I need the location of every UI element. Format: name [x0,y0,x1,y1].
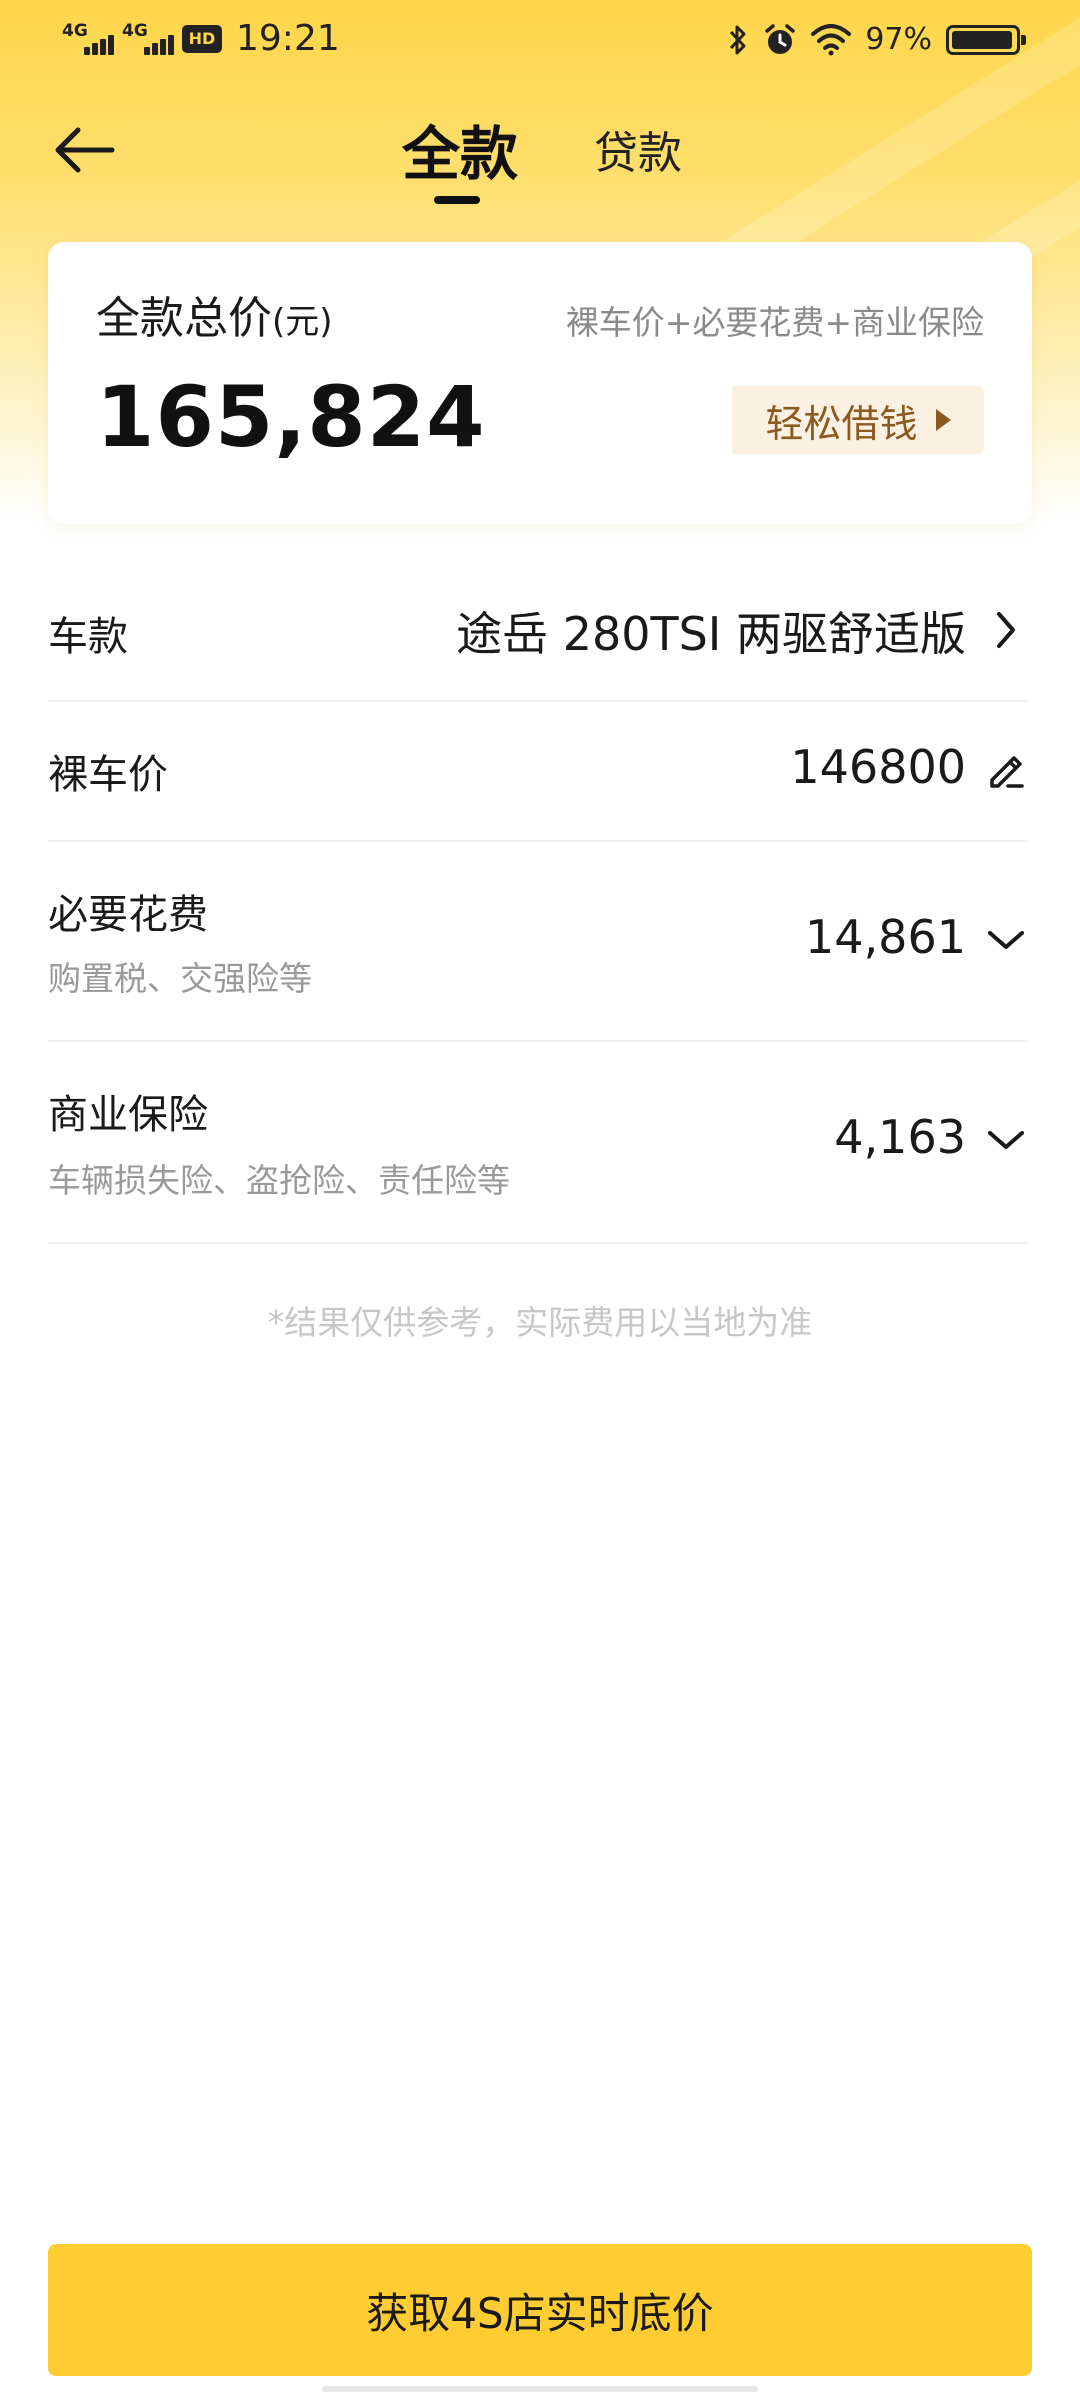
chevron-down-icon [984,918,1028,962]
signal-icon: 4G [62,19,114,59]
home-indicator[interactable] [322,2386,758,2392]
required-fees-row[interactable]: 必要花费 购置税、交强险等 14,861 [48,842,1028,1042]
required-fees-value: 14,861 [805,910,966,964]
total-price-title: 全款总价(元) [96,282,333,346]
get-dealer-price-button[interactable]: 获取4S店实时底价 [48,2244,1032,2376]
network-type-label: 4G [62,20,88,41]
price-formula-hint: 裸车价+必要花费+商业保险 [565,303,984,342]
car-model-row[interactable]: 车款 途岳 280TSI 两驱舒适版 [48,560,1028,702]
battery-icon [946,24,1026,55]
tab-full-payment[interactable]: 全款 [402,118,518,190]
required-fees-label: 必要花费 [48,892,208,938]
edit-icon[interactable] [984,748,1028,792]
commercial-insurance-description: 车辆损失险、盗抢险、责任险等 [48,1161,510,1200]
signal-icon: 4G [122,19,174,59]
car-model-value: 途岳 280TSI 两驱舒适版 [456,607,966,661]
hd-icon: HD [182,24,222,53]
required-fees-description: 购置税、交强险等 [48,959,312,998]
easy-loan-button[interactable]: 轻松借钱 [732,386,984,454]
base-price-input[interactable]: 146800 [790,740,966,794]
chevron-right-icon [984,608,1028,652]
status-time: 19:21 [236,18,340,59]
commercial-insurance-label: 商业保险 [48,1092,208,1138]
tab-loan[interactable]: 贷款 [594,118,682,190]
back-button[interactable] [46,118,122,182]
commercial-insurance-value: 4,163 [834,1110,966,1164]
disclaimer-text: *结果仅供参考，实际费用以当地为准 [267,1303,813,1342]
network-type-label: 4G [122,20,148,41]
status-bar: 4G 4G HD 19:21 97% [0,0,1080,84]
easy-loan-label: 轻松借钱 [765,401,918,446]
battery-percent: 97% [865,22,932,57]
commercial-insurance-row[interactable]: 商业保险 车辆损失险、盗抢险、责任险等 4,163 [48,1042,1028,1244]
total-price-value: 165,824 [96,368,486,466]
active-tab-indicator [434,196,480,204]
play-arrow-icon [935,409,951,431]
car-model-label: 车款 [48,614,128,660]
total-price-card: 全款总价(元) 裸车价+必要花费+商业保险 165,824 轻松借钱 [48,242,1032,524]
base-price-row: 裸车价 146800 [48,702,1028,842]
wifi-icon [811,23,852,55]
chevron-down-icon [984,1118,1028,1162]
total-price-label: 全款总价 [96,293,272,344]
alarm-icon [765,23,796,54]
bluetooth-icon [730,25,746,54]
base-price-label: 裸车价 [48,752,168,798]
currency-unit: (元) [272,302,333,342]
arrow-left-icon [55,127,115,173]
